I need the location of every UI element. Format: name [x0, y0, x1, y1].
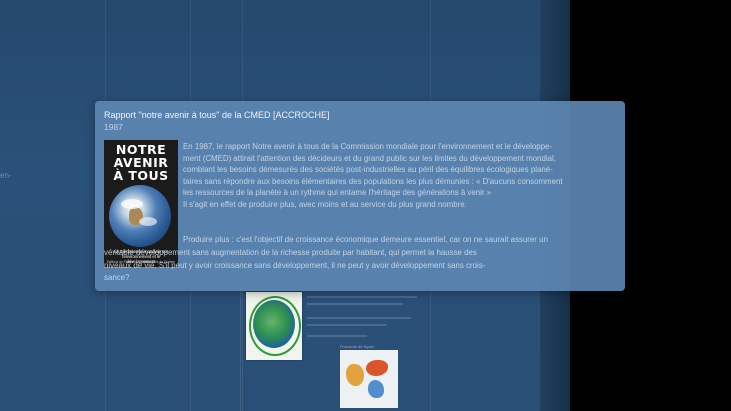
left-text-fragment: en- — [0, 171, 12, 180]
card-paragraph-1: En 1987, le rapport Notre avenir à tous … — [183, 141, 613, 211]
background-text-line — [307, 317, 411, 319]
cover-title-line: À TOUS — [113, 168, 169, 183]
paragraph-line: les ressources de la planète à un rythme… — [183, 188, 492, 198]
background-text-line — [307, 296, 417, 298]
paragraph-line: sance? — [104, 273, 130, 283]
paragraph-line: En 1987, le rapport Notre avenir à tous … — [183, 142, 553, 151]
card-title: Rapport "notre avenir à tous" de la CMED… — [104, 110, 330, 120]
card-year: 1987 — [104, 122, 123, 132]
paragraph-line: Il s'agit en effet de produire plus, ave… — [183, 199, 467, 209]
earth-cloud — [121, 199, 143, 209]
rio-earth-summit-badge[interactable] — [246, 292, 302, 360]
world-map-thumbnail[interactable] — [340, 350, 398, 408]
background-text-line — [307, 324, 387, 326]
background-text-line — [307, 303, 403, 305]
presentation-stage: en- Protocole de Kyoto Rapport "notre av… — [0, 0, 731, 411]
map-region — [366, 360, 388, 376]
paragraph-line: niveaux de vie. S'il peut y avoir croiss… — [104, 260, 486, 270]
card-paragraph-2: Produire plus : c'est l'objectif de croi… — [104, 234, 616, 285]
map-region — [368, 380, 384, 398]
earth-cloud — [139, 217, 157, 226]
cover-title: NOTRE AVENIR À TOUS — [104, 143, 178, 182]
globe-icon — [253, 300, 295, 348]
paragraph-line: comblant les besoins démesurés des socié… — [183, 165, 553, 175]
paragraph-line: taires sans répondre aux besoins élément… — [183, 176, 563, 186]
paragraph-line: ment (CMED) attirait l'attention des déc… — [183, 153, 556, 163]
map-region — [346, 364, 364, 386]
paragraph-line: véritable développement sans augmentatio… — [104, 247, 477, 257]
paragraph-line: Produire plus : c'est l'objectif de croi… — [183, 235, 548, 244]
map-caption: Protocole de Kyoto — [340, 344, 374, 349]
info-popup-card[interactable]: Rapport "notre avenir à tous" de la CMED… — [95, 101, 625, 291]
background-text-line — [307, 335, 367, 337]
